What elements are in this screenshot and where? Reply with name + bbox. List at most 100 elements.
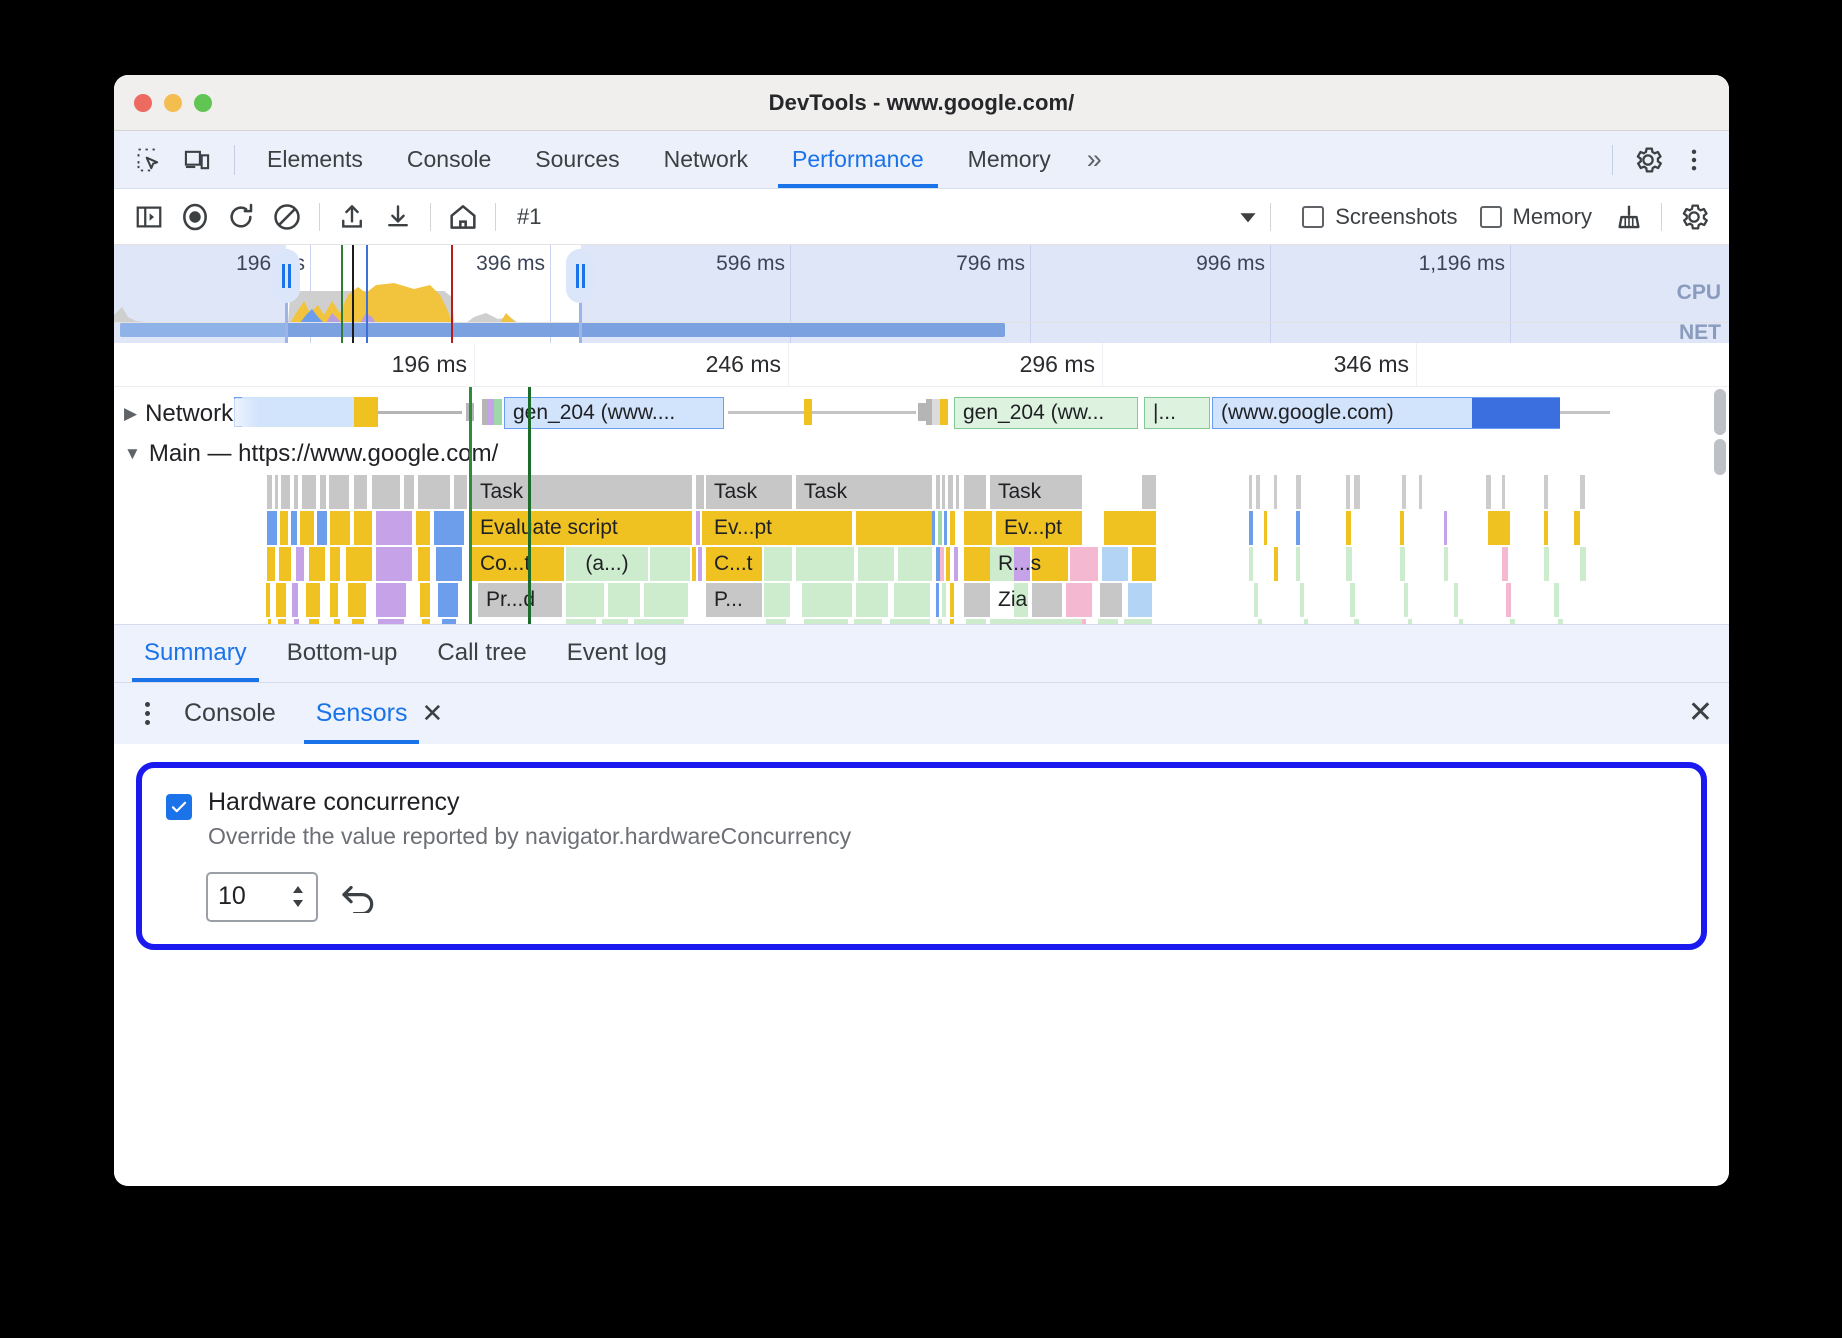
hardware-concurrency-value[interactable]: 10 [218, 882, 246, 911]
history-dropdown-caret[interactable] [1235, 204, 1261, 230]
kebab-menu-icon[interactable] [1673, 139, 1715, 181]
record-icon[interactable] [172, 195, 218, 239]
hardware-concurrency-checkbox[interactable] [166, 794, 192, 820]
flame-event-script[interactable] [796, 511, 852, 545]
network-tick [932, 399, 940, 425]
network-request-short[interactable]: |... [1144, 397, 1210, 429]
memory-checkbox-wrap[interactable]: Memory [1480, 204, 1592, 230]
flame-event-zia[interactable]: Zia [990, 583, 1082, 617]
toolbar-divider-4 [1270, 203, 1271, 231]
more-tabs-icon[interactable]: » [1073, 144, 1112, 175]
network-track-title[interactable]: ▶ Network [124, 399, 259, 429]
flame-scrollbar-top[interactable] [1714, 389, 1726, 435]
tab-performance[interactable]: Performance [770, 131, 946, 188]
undo-arrow-icon[interactable] [340, 881, 378, 913]
stepper-arrows-icon[interactable] [290, 885, 306, 908]
flame-event-parse[interactable]: Pr...d [478, 583, 562, 617]
flame-event-anonymous-fn[interactable]: (...) [990, 619, 1082, 624]
flame-row-anon[interactable]: (...) [114, 619, 1729, 624]
flame-row-parse-bars [114, 583, 1729, 617]
flame-row-compile-bars [114, 547, 1729, 581]
device-toolbar-icon[interactable] [176, 139, 218, 181]
panel-tab-bar: Elements Console Sources Network Perform… [114, 131, 1729, 189]
tab-console[interactable]: Console [385, 131, 513, 188]
upload-profile-icon[interactable] [329, 195, 375, 239]
network-track[interactable]: gen_204 (www.... gen_204 (ww... |... (ww… [114, 393, 1729, 433]
flame-event-task[interactable]: Task [990, 475, 1082, 509]
flame-event-evaluate-script[interactable]: Ev...pt [706, 511, 792, 545]
tab-memory[interactable]: Memory [946, 131, 1073, 188]
tab-bar-divider [234, 145, 235, 175]
window-title: DevTools - www.google.com/ [114, 90, 1729, 116]
home-icon[interactable] [440, 195, 486, 239]
tab-call-tree[interactable]: Call tree [417, 625, 546, 682]
network-request-segment[interactable] [1472, 398, 1560, 428]
network-expander-icon[interactable]: ▶ [124, 399, 137, 429]
flame-event-task[interactable]: Task [472, 475, 692, 509]
flame-event-evaluate-script[interactable]: Ev...pt [996, 511, 1082, 545]
flame-event-script[interactable] [856, 511, 932, 545]
hardware-concurrency-controls: 10 [206, 872, 1677, 922]
toggle-sidebar-icon[interactable] [126, 195, 172, 239]
net-overview-bar [120, 323, 286, 337]
session-label[interactable]: #1 [517, 204, 541, 230]
flame-event-anonymous[interactable]: (a...) [566, 547, 648, 581]
reload-and-record-icon[interactable] [218, 195, 264, 239]
timeline-overview[interactable]: 196 ms 396 ms 596 ms 796 ms 996 ms 1,196… [114, 245, 1729, 343]
network-tick [494, 399, 502, 425]
overview-window-left-handle[interactable] [272, 249, 300, 303]
main-track-header[interactable]: ▼ Main — https://www.google.com/ [114, 435, 1729, 473]
memory-checkbox[interactable] [1480, 206, 1502, 228]
drawer-tab-console[interactable]: Console [164, 683, 296, 744]
settings-gear-icon[interactable] [1627, 139, 1669, 181]
flame-row-compile[interactable]: Co...t (a...) C...t R...s [114, 547, 1729, 581]
tab-network[interactable]: Network [642, 131, 770, 188]
flame-event-parse[interactable]: P... [706, 583, 762, 617]
flame-event-script[interactable] [964, 511, 992, 545]
tab-event-log[interactable]: Event log [547, 625, 687, 682]
network-request[interactable] [354, 397, 378, 427]
hardware-concurrency-highlight: Hardware concurrency Override the value … [136, 762, 1707, 950]
capture-settings-gear-icon[interactable] [1671, 195, 1717, 239]
flame-chart[interactable]: gen_204 (www.... gen_204 (ww... |... (ww… [114, 387, 1729, 624]
drawer-close-icon[interactable]: ✕ [1688, 698, 1713, 728]
flame-event-task[interactable]: Task [706, 475, 792, 509]
drawer-tab-sensors[interactable]: Sensors [296, 683, 428, 744]
main-expander-icon[interactable]: ▼ [124, 437, 141, 471]
network-request-gen204-1[interactable]: gen_204 (www.... [504, 397, 724, 429]
cpu-activity-chart [114, 271, 1729, 323]
network-connector [728, 411, 916, 414]
detail-view-tabs: Summary Bottom-up Call tree Event log [114, 624, 1729, 682]
clear-icon[interactable] [264, 195, 310, 239]
flame-event-evaluate-script[interactable]: Evaluate script [472, 511, 692, 545]
network-tick [918, 403, 926, 421]
broom-icon[interactable] [1606, 195, 1652, 239]
overview-marker-load [451, 245, 453, 343]
overview-window-right-handle[interactable] [566, 249, 594, 303]
flame-scrollbar[interactable] [1714, 439, 1726, 475]
performance-toolbar: #1 Screenshots Memory [114, 189, 1729, 245]
main-track-title[interactable]: ▼ Main — https://www.google.com/ [124, 437, 524, 471]
drawer-kebab-menu-icon[interactable] [130, 702, 164, 725]
tab-bottom-up[interactable]: Bottom-up [267, 625, 418, 682]
flame-row-sliver[interactable]: Task Task Task Task [114, 475, 1729, 509]
flame-row-evaluate[interactable]: Evaluate script Ev...pt Ev...pt [114, 511, 1729, 545]
screenshots-checkbox-wrap[interactable]: Screenshots [1302, 204, 1457, 230]
tab-summary[interactable]: Summary [124, 625, 267, 682]
flame-ruler-tick: 246 ms [788, 343, 789, 386]
flame-event-compile[interactable]: Co...t [472, 547, 564, 581]
main-track-label: Main — https://www.google.com/ [149, 437, 498, 471]
hardware-concurrency-stepper[interactable]: 10 [206, 872, 318, 922]
tab-elements[interactable]: Elements [245, 131, 385, 188]
screenshots-checkbox[interactable] [1302, 206, 1324, 228]
network-request-gen204-2[interactable]: gen_204 (ww... [954, 397, 1138, 429]
flame-event-compile[interactable]: C...t [706, 547, 762, 581]
tab-sources[interactable]: Sources [513, 131, 641, 188]
flame-event-script[interactable] [1104, 511, 1156, 545]
flame-event-recalc[interactable]: R...s [990, 547, 1082, 581]
inspect-element-icon[interactable] [128, 139, 170, 181]
network-track-label: Network [145, 399, 233, 429]
flame-row-parse[interactable]: Pr...d P... Zia [114, 583, 1729, 617]
flame-event-task[interactable]: Task [796, 475, 932, 509]
download-profile-icon[interactable] [375, 195, 421, 239]
